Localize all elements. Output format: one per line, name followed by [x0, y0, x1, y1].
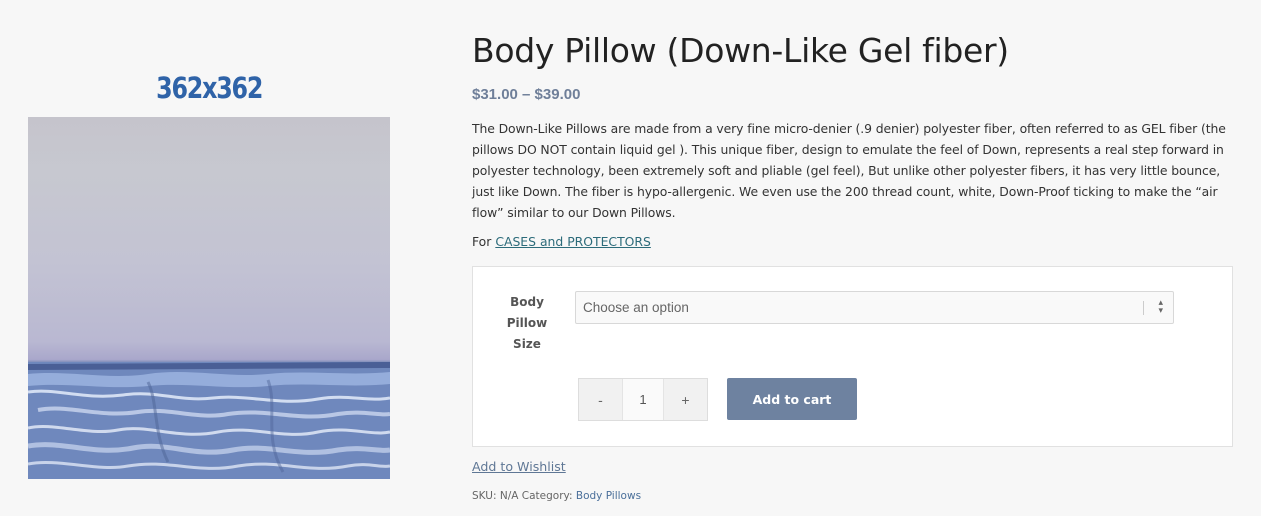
- cases-line: For CASES and PROTECTORS: [472, 234, 651, 249]
- product-meta: SKU: N/A Category: Body Pillows: [472, 490, 641, 502]
- image-size-label: 362x362: [156, 71, 263, 105]
- sku-label: SKU:: [472, 490, 497, 502]
- add-to-cart-button[interactable]: Add to cart: [727, 378, 857, 420]
- size-select[interactable]: Choose an option ▴ ▾: [575, 291, 1174, 324]
- product-title: Body Pillow (Down-Like Gel fiber): [472, 31, 1009, 70]
- quantity-stepper: - 1 +: [578, 378, 708, 421]
- add-to-cart-form: Body Pillow Size Choose an option ▴ ▾ - 1…: [472, 266, 1233, 447]
- cases-protectors-link[interactable]: CASES and PROTECTORS: [495, 234, 651, 249]
- select-divider: [1143, 301, 1144, 315]
- cases-prefix: For: [472, 234, 496, 249]
- quantity-increase-button[interactable]: +: [664, 379, 707, 420]
- category-label: Category:: [521, 490, 573, 502]
- add-to-wishlist-link[interactable]: Add to Wishlist: [472, 459, 566, 474]
- size-select-value: Choose an option: [583, 300, 689, 315]
- chevron-up-down-icon: ▴ ▾: [1158, 297, 1163, 315]
- product-price: $31.00 – $39.00: [472, 86, 581, 103]
- size-label-line: Body: [510, 295, 544, 309]
- quantity-input[interactable]: 1: [622, 379, 664, 420]
- category-link[interactable]: Body Pillows: [576, 490, 641, 502]
- size-label-line: Pillow: [506, 316, 548, 330]
- size-label: Body Pillow Size: [505, 292, 549, 355]
- product-image[interactable]: [28, 117, 390, 479]
- size-label-line: Size: [513, 337, 541, 351]
- product-description: The Down-Like Pillows are made from a ve…: [472, 121, 1226, 220]
- sku-value: N/A: [499, 490, 519, 502]
- product-image-art: [28, 362, 390, 479]
- quantity-decrease-button[interactable]: -: [579, 379, 622, 420]
- product-gallery: 362x362: [28, 60, 390, 479]
